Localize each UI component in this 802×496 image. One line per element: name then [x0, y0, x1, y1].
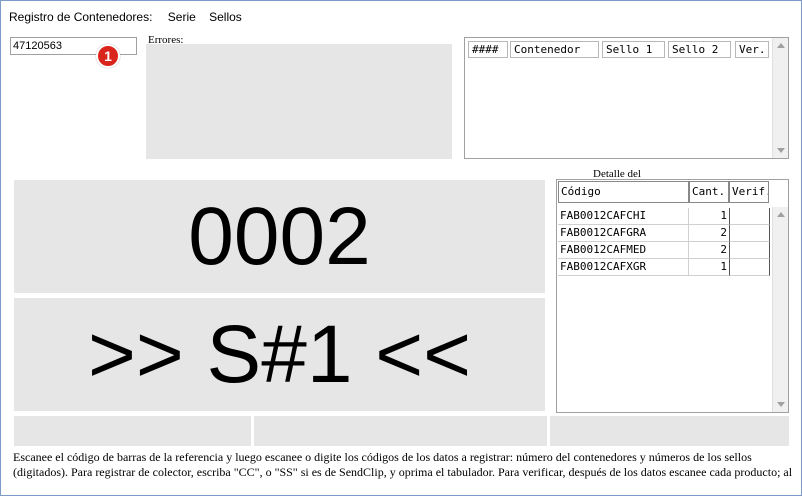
- cell-ver: [730, 225, 770, 242]
- step-badge: 1: [96, 44, 120, 68]
- cell-code: FAB0012CAFXGR: [558, 259, 689, 276]
- header-sello-2[interactable]: Sello 2: [668, 41, 731, 58]
- scroll-up-icon[interactable]: [777, 43, 785, 48]
- cell-ver: [730, 242, 770, 259]
- instructions-text: Escanee el código de barras de la refere…: [13, 450, 793, 479]
- detail-grid-scrollbar[interactable]: [772, 207, 788, 412]
- menu-item-serie[interactable]: Serie: [168, 10, 196, 24]
- scroll-up-icon[interactable]: [777, 212, 785, 217]
- cell-qty: 1: [689, 208, 730, 225]
- container-grid[interactable]: #### Contenedor Sello 1 Sello 2 Ver.: [464, 37, 789, 159]
- container-grid-scrollbar[interactable]: [772, 38, 788, 158]
- header-codigo[interactable]: Código: [558, 181, 689, 203]
- menu-item-sellos[interactable]: Sellos: [209, 10, 242, 24]
- menu-bar: Registro de Contenedores: Serie Sellos: [9, 10, 252, 24]
- cell-ver: [730, 208, 770, 225]
- header-cantidad[interactable]: Cant.: [689, 181, 729, 203]
- errors-panel: [146, 44, 452, 159]
- seal-display: >> S#1 <<: [14, 298, 545, 411]
- status-panel-2: [254, 416, 547, 446]
- detail-grid[interactable]: Código Cant. Verif. FAB0012CAFCHI 1 FAB0…: [556, 179, 789, 413]
- scroll-down-icon[interactable]: [777, 402, 785, 407]
- scroll-down-icon[interactable]: [777, 148, 785, 153]
- header-ver[interactable]: Ver.: [735, 41, 769, 58]
- app-window: Registro de Contenedores: Serie Sellos 1…: [0, 0, 802, 496]
- header-verificado[interactable]: Verif.: [729, 181, 769, 203]
- header-sello-1[interactable]: Sello 1: [602, 41, 665, 58]
- status-panel-3: [550, 416, 789, 446]
- app-title: Registro de Contenedores:: [9, 10, 153, 24]
- cell-qty: 2: [689, 242, 730, 259]
- header-contenedor[interactable]: Contenedor: [510, 41, 599, 58]
- count-display: 0002: [14, 180, 545, 293]
- status-panel-1: [14, 416, 251, 446]
- cell-qty: 1: [689, 259, 730, 276]
- cell-qty: 2: [689, 225, 730, 242]
- header-number[interactable]: ####: [468, 41, 508, 58]
- cell-code: FAB0012CAFMED: [558, 242, 689, 259]
- cell-code: FAB0012CAFCHI: [558, 208, 689, 225]
- cell-ver: [730, 259, 770, 276]
- cell-code: FAB0012CAFGRA: [558, 225, 689, 242]
